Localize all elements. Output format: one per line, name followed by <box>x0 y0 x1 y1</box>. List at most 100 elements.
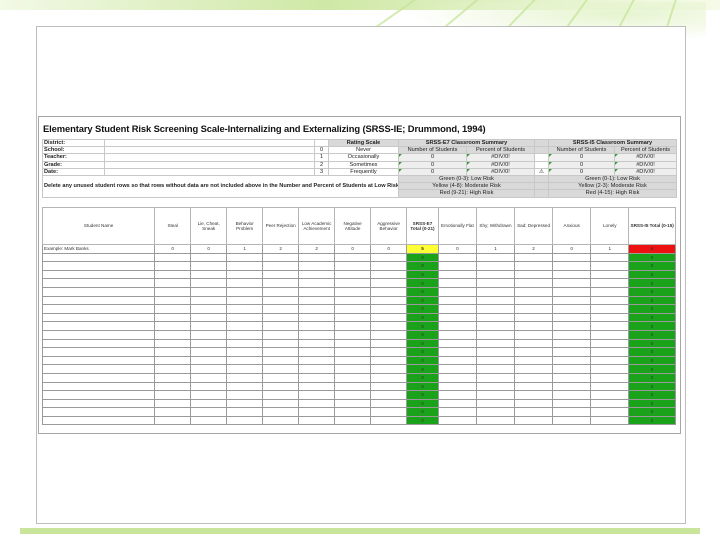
student-name-cell[interactable] <box>41 329 156 340</box>
student-name-cell[interactable] <box>41 390 156 400</box>
student-name-cell[interactable] <box>41 252 156 263</box>
rating-cell[interactable] <box>226 398 264 409</box>
rating-cell[interactable] <box>262 252 300 263</box>
rating-cell[interactable] <box>437 364 477 374</box>
rating-cell[interactable] <box>590 295 630 306</box>
rating-cell[interactable] <box>334 304 372 314</box>
rating-cell[interactable] <box>475 364 516 374</box>
rating-cell[interactable] <box>226 278 264 288</box>
rating-cell[interactable] <box>514 312 554 323</box>
rating-cell[interactable] <box>154 312 192 323</box>
rating-cell[interactable] <box>475 286 516 297</box>
rating-cell[interactable] <box>514 415 554 426</box>
rating-cell[interactable] <box>334 252 372 263</box>
rating-cell[interactable]: 2 <box>262 244 300 254</box>
teacher-value[interactable] <box>104 153 315 162</box>
rating-cell[interactable]: 0 <box>154 244 192 254</box>
rating-cell[interactable] <box>552 407 592 417</box>
rating-cell[interactable] <box>590 269 630 280</box>
rating-cell[interactable] <box>298 372 336 383</box>
rating-cell[interactable] <box>226 407 264 417</box>
rating-cell[interactable] <box>437 415 477 426</box>
rating-cell[interactable] <box>154 355 192 366</box>
rating-cell[interactable] <box>370 304 408 314</box>
i5-total-cell[interactable]: 0 <box>628 286 676 297</box>
rating-cell[interactable] <box>370 398 408 409</box>
e7-total-cell[interactable]: 0 <box>406 381 439 392</box>
rating-cell[interactable] <box>552 269 592 280</box>
rating-cell[interactable] <box>262 364 300 374</box>
rating-cell[interactable] <box>154 364 192 374</box>
student-name-cell[interactable] <box>41 261 156 271</box>
rating-cell[interactable] <box>475 338 516 349</box>
rating-cell[interactable] <box>590 381 630 392</box>
e7-total-cell[interactable]: 0 <box>406 252 439 263</box>
rating-cell[interactable] <box>334 355 372 366</box>
rating-cell[interactable]: 2 <box>298 244 336 254</box>
rating-cell[interactable] <box>590 321 630 331</box>
rating-cell[interactable]: 0 <box>437 244 477 254</box>
rating-cell[interactable] <box>226 415 264 426</box>
rating-cell[interactable] <box>475 355 516 366</box>
rating-cell[interactable] <box>226 372 264 383</box>
rating-cell[interactable] <box>552 304 592 314</box>
rating-cell[interactable] <box>552 295 592 306</box>
rating-cell[interactable] <box>190 304 228 314</box>
rating-cell[interactable] <box>298 329 336 340</box>
rating-cell[interactable] <box>552 390 592 400</box>
rating-cell[interactable] <box>437 269 477 280</box>
rating-cell[interactable] <box>226 252 264 263</box>
rating-cell[interactable] <box>437 329 477 340</box>
rating-cell[interactable] <box>437 286 477 297</box>
rating-cell[interactable] <box>514 381 554 392</box>
rating-cell[interactable] <box>552 286 592 297</box>
rating-cell[interactable] <box>226 364 264 374</box>
rating-cell[interactable] <box>262 295 300 306</box>
i5-total-cell[interactable]: 0 <box>628 278 676 288</box>
rating-cell[interactable] <box>334 286 372 297</box>
rating-cell[interactable]: 0 <box>190 244 228 254</box>
e7-total-cell[interactable]: 0 <box>406 304 439 314</box>
student-name-cell[interactable] <box>41 278 156 288</box>
rating-cell[interactable] <box>437 278 477 288</box>
rating-cell[interactable] <box>437 312 477 323</box>
rating-cell[interactable] <box>190 338 228 349</box>
rating-cell[interactable] <box>370 390 408 400</box>
i5-total-cell[interactable]: 0 <box>628 304 676 314</box>
rating-cell[interactable] <box>262 398 300 409</box>
rating-cell[interactable] <box>370 364 408 374</box>
rating-cell[interactable] <box>590 261 630 271</box>
rating-cell[interactable] <box>298 252 336 263</box>
rating-cell[interactable] <box>370 261 408 271</box>
rating-cell[interactable] <box>514 295 554 306</box>
rating-cell[interactable] <box>298 269 336 280</box>
student-name-cell[interactable]: Example: Mark Banks <box>41 244 156 254</box>
rating-cell[interactable] <box>226 329 264 340</box>
i5-total-cell[interactable]: 0 <box>628 415 676 426</box>
rating-cell[interactable] <box>514 338 554 349</box>
rating-cell[interactable] <box>298 407 336 417</box>
rating-cell[interactable] <box>437 347 477 357</box>
rating-cell[interactable]: 2 <box>514 244 554 254</box>
e7-total-cell[interactable]: 0 <box>406 329 439 340</box>
rating-cell[interactable] <box>552 372 592 383</box>
rating-cell[interactable] <box>154 261 192 271</box>
rating-cell[interactable] <box>190 261 228 271</box>
rating-cell[interactable] <box>226 338 264 349</box>
rating-cell[interactable]: 0 <box>552 244 592 254</box>
rating-cell[interactable] <box>226 321 264 331</box>
rating-cell[interactable] <box>190 372 228 383</box>
student-name-cell[interactable] <box>41 381 156 392</box>
student-name-cell[interactable] <box>41 338 156 349</box>
e7-total-cell[interactable]: 0 <box>406 398 439 409</box>
student-name-cell[interactable] <box>41 407 156 417</box>
rating-cell[interactable] <box>552 398 592 409</box>
rating-cell[interactable] <box>370 338 408 349</box>
rating-cell[interactable] <box>154 398 192 409</box>
student-name-cell[interactable] <box>41 347 156 357</box>
rating-cell[interactable] <box>154 372 192 383</box>
rating-cell[interactable] <box>190 381 228 392</box>
rating-cell[interactable] <box>154 381 192 392</box>
warning-icon[interactable]: ⚠ <box>534 167 550 177</box>
rating-cell[interactable] <box>262 321 300 331</box>
